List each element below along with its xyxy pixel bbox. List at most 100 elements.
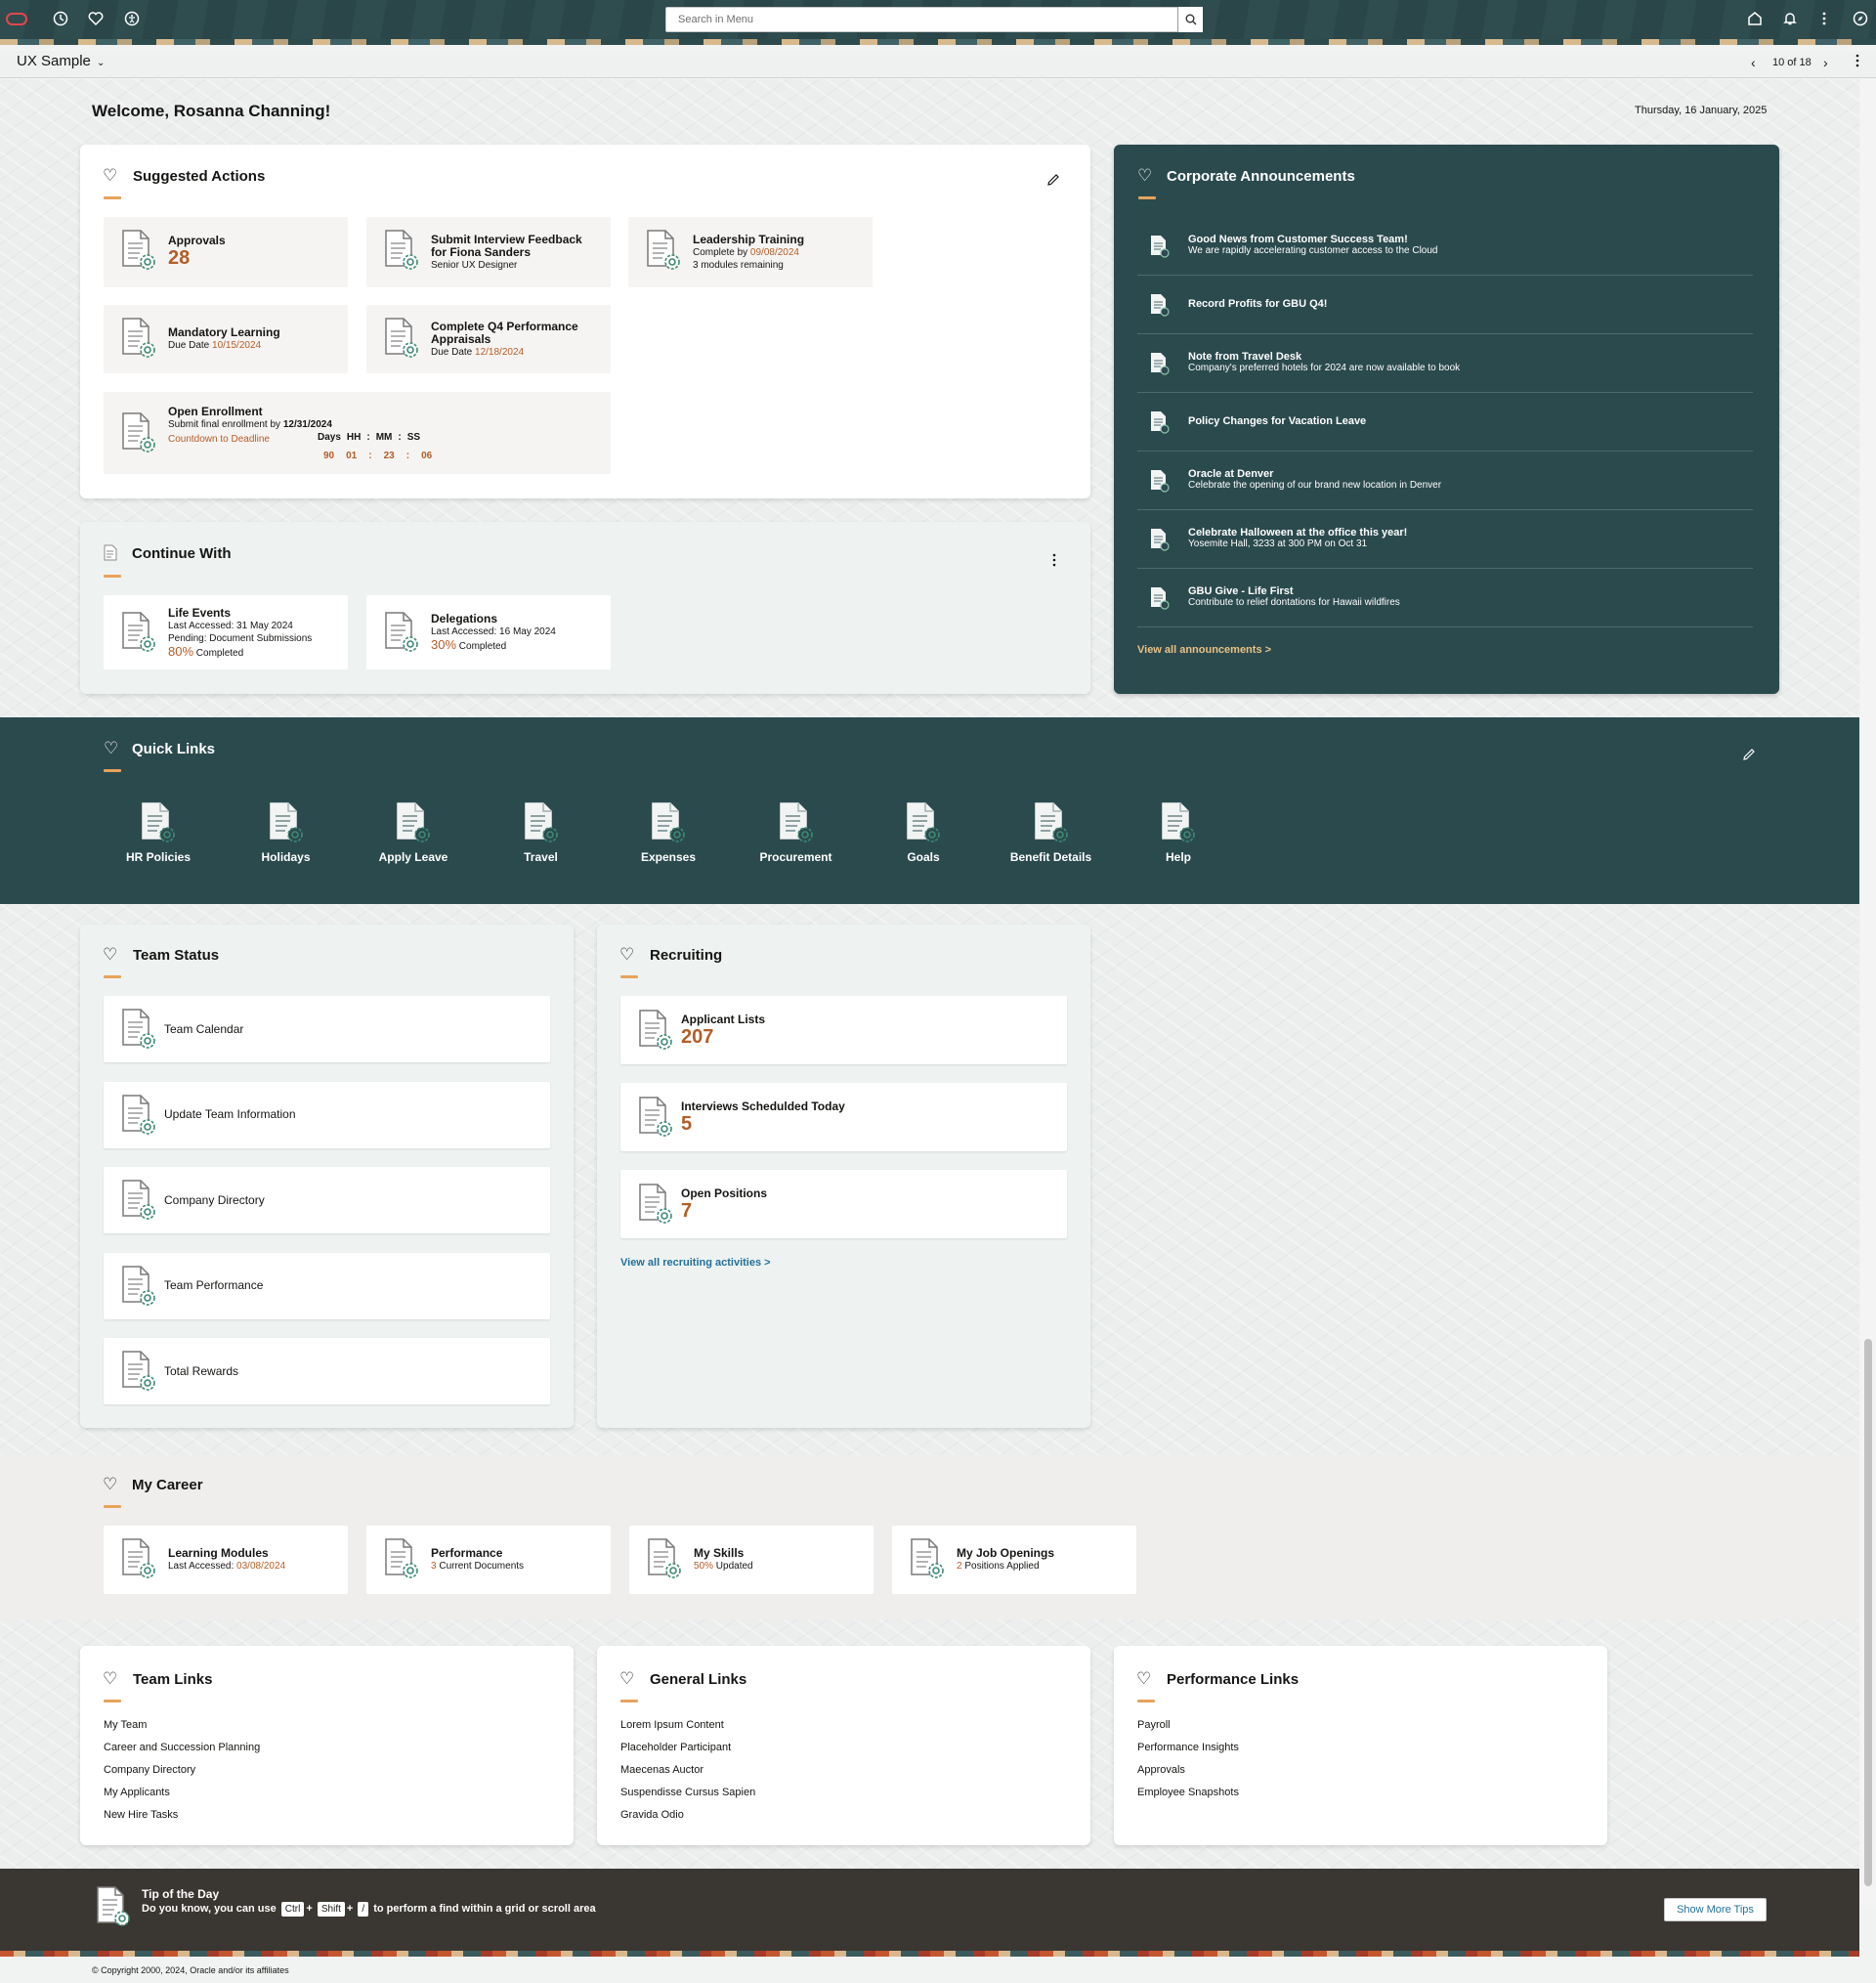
tile-title: Leadership Training	[693, 233, 805, 246]
title-underline	[104, 975, 121, 978]
link-item[interactable]: Maecenas Auctor	[620, 1764, 755, 1787]
favorites-heart-icon[interactable]	[85, 8, 107, 29]
career-tile[interactable]: My Job Openings 2 Positions Applied	[892, 1526, 1136, 1594]
link-item[interactable]: New Hire Tasks	[104, 1809, 260, 1832]
quick-link-item[interactable]: Travel	[492, 801, 590, 864]
quick-link-label: Help	[1165, 850, 1191, 864]
favorite-heart-icon[interactable]: ♡	[1136, 1670, 1151, 1687]
completion-label: Completed	[193, 648, 244, 659]
link-item[interactable]: Placeholder Participant	[620, 1742, 755, 1764]
view-all-announcements-link[interactable]: View all announcements >	[1137, 644, 1271, 656]
navigator-compass-icon[interactable]	[1850, 8, 1871, 29]
delegations-tile[interactable]: Delegations Last Accessed: 16 May 2024 3…	[366, 595, 611, 669]
title-underline	[1137, 1700, 1155, 1703]
announcement-subtitle: Celebrate the opening of our brand new l…	[1188, 480, 1442, 491]
link-item[interactable]: My Team	[104, 1719, 260, 1742]
team-status-item[interactable]: Company Directory	[104, 1167, 550, 1233]
link-item[interactable]: Suspendisse Cursus Sapien	[620, 1787, 755, 1809]
more-actions-icon[interactable]	[1813, 8, 1835, 29]
card-more-icon[interactable]	[1051, 552, 1057, 571]
quick-link-item[interactable]: Help	[1130, 801, 1227, 864]
quick-link-label: Procurement	[759, 850, 832, 864]
favorite-heart-icon[interactable]: ♡	[103, 167, 117, 184]
recent-history-icon[interactable]	[50, 8, 71, 29]
quick-link-item[interactable]: Benefit Details	[1002, 801, 1100, 864]
announcement-document-icon	[1149, 528, 1171, 554]
announcement-item[interactable]: Note from Travel Desk Company's preferred…	[1137, 334, 1753, 393]
favorite-heart-icon[interactable]: ♡	[103, 1476, 117, 1492]
link-item[interactable]: Lorem Ipsum Content	[620, 1719, 755, 1742]
announcement-item[interactable]: Oracle at Denver Celebrate the opening of…	[1137, 452, 1753, 510]
announcement-item[interactable]: Policy Changes for Vacation Leave	[1137, 393, 1753, 452]
quick-link-item[interactable]: Goals	[874, 801, 972, 864]
leadership-training-tile[interactable]: Leadership Training Complete by 09/08/20…	[628, 217, 873, 287]
career-tile[interactable]: My Skills 50% Updated	[629, 1526, 874, 1594]
quick-link-item[interactable]: HR Policies	[109, 801, 207, 864]
team-status-item[interactable]: Team Performance	[104, 1252, 550, 1319]
recruiting-item[interactable]: Applicant Lists 207	[620, 996, 1067, 1064]
subheader-more-icon[interactable]	[1855, 53, 1860, 71]
announcement-item[interactable]: Celebrate Halloween at the office this y…	[1137, 510, 1753, 569]
show-more-tips-button[interactable]: Show More Tips	[1664, 1898, 1767, 1921]
link-item[interactable]: My Applicants	[104, 1787, 260, 1809]
recruiting-item[interactable]: Interviews Schedulded Today 5	[620, 1083, 1067, 1151]
accessibility-icon[interactable]	[121, 8, 143, 29]
announcement-item[interactable]: Record Profits for GBU Q4!	[1137, 276, 1753, 334]
home-icon[interactable]	[1744, 8, 1766, 29]
completion-percent: 80%	[168, 644, 194, 659]
career-tile[interactable]: Performance 3 Current Documents	[366, 1526, 611, 1594]
career-tile[interactable]: Learning Modules Last Accessed: 03/08/202…	[104, 1526, 348, 1594]
link-item[interactable]: Performance Insights	[1137, 1742, 1239, 1764]
performance-appraisals-tile[interactable]: Complete Q4 Performance Appraisals Due D…	[366, 305, 611, 373]
title-underline	[104, 769, 121, 772]
favorite-heart-icon[interactable]: ♡	[103, 1670, 117, 1687]
tip-content: Tip of the Day Do you know, you can use …	[142, 1887, 596, 1917]
document-gear-icon	[119, 1265, 158, 1308]
favorite-heart-icon[interactable]: ♡	[104, 740, 118, 756]
team-status-item[interactable]: Update Team Information	[104, 1081, 550, 1148]
oracle-logo[interactable]	[6, 13, 27, 25]
announcement-document-icon	[1149, 469, 1171, 496]
search-menu-input[interactable]: Search in Menu	[665, 7, 1203, 32]
next-page-icon[interactable]: ›	[1823, 55, 1828, 70]
announcement-title: Record Profits for GBU Q4!	[1188, 298, 1328, 310]
welcome-message: Welcome, Rosanna Channing!	[92, 102, 331, 120]
quick-link-item[interactable]: Apply Leave	[364, 801, 462, 864]
link-item[interactable]: Career and Succession Planning	[104, 1742, 260, 1764]
link-item[interactable]: Gravida Odio	[620, 1809, 755, 1832]
edit-pencil-icon[interactable]	[1741, 747, 1757, 765]
favorite-heart-icon[interactable]: ♡	[619, 946, 634, 963]
link-item[interactable]: Payroll	[1137, 1719, 1239, 1742]
scrollbar-thumb[interactable]	[1864, 1339, 1872, 1886]
quick-link-document-icon	[139, 801, 178, 844]
announcement-item[interactable]: Good News from Customer Success Team! We …	[1137, 217, 1753, 276]
team-status-item[interactable]: Total Rewards	[104, 1338, 550, 1404]
favorite-heart-icon[interactable]: ♡	[1137, 167, 1152, 184]
previous-page-icon[interactable]: ‹	[1751, 55, 1756, 70]
favorite-heart-icon[interactable]: ♡	[103, 946, 117, 963]
quick-link-item[interactable]: Expenses	[619, 801, 717, 864]
document-gear-icon	[382, 317, 421, 360]
team-status-item[interactable]: Team Calendar	[104, 996, 550, 1062]
link-item[interactable]: Approvals	[1137, 1764, 1239, 1787]
edit-pencil-icon[interactable]	[1045, 172, 1061, 191]
life-events-tile[interactable]: Life Events Last Accessed: 31 May 2024 P…	[104, 595, 348, 669]
notifications-bell-icon[interactable]	[1779, 8, 1801, 29]
countdown-unit-minutes: MM	[375, 432, 393, 443]
dashboard-title-dropdown[interactable]: UX Sample ⌄	[17, 53, 105, 69]
link-item[interactable]: Company Directory	[104, 1764, 260, 1787]
announcement-document-icon	[1149, 410, 1171, 437]
link-item[interactable]: Employee Snapshots	[1137, 1787, 1239, 1809]
approvals-tile[interactable]: Approvals 28	[104, 217, 348, 287]
search-button[interactable]	[1177, 7, 1203, 32]
announcement-subtitle: Yosemite Hall, 3233 at 300 PM on Oct 31	[1188, 539, 1368, 549]
document-gear-icon	[119, 1350, 158, 1393]
announcement-item[interactable]: GBU Give - Life First Contribute to relie…	[1137, 569, 1753, 627]
quick-link-item[interactable]: Holidays	[237, 801, 335, 864]
interview-feedback-tile[interactable]: Submit Interview Feedback for Fiona Sand…	[366, 217, 611, 287]
recruiting-item[interactable]: Open Positions 7	[620, 1170, 1067, 1238]
favorite-heart-icon[interactable]: ♡	[619, 1670, 634, 1687]
quick-link-item[interactable]: Procurement	[747, 801, 845, 864]
mandatory-learning-tile[interactable]: Mandatory Learning Due Date 10/15/2024	[104, 305, 348, 373]
view-all-recruiting-link[interactable]: View all recruiting activities >	[620, 1257, 771, 1269]
